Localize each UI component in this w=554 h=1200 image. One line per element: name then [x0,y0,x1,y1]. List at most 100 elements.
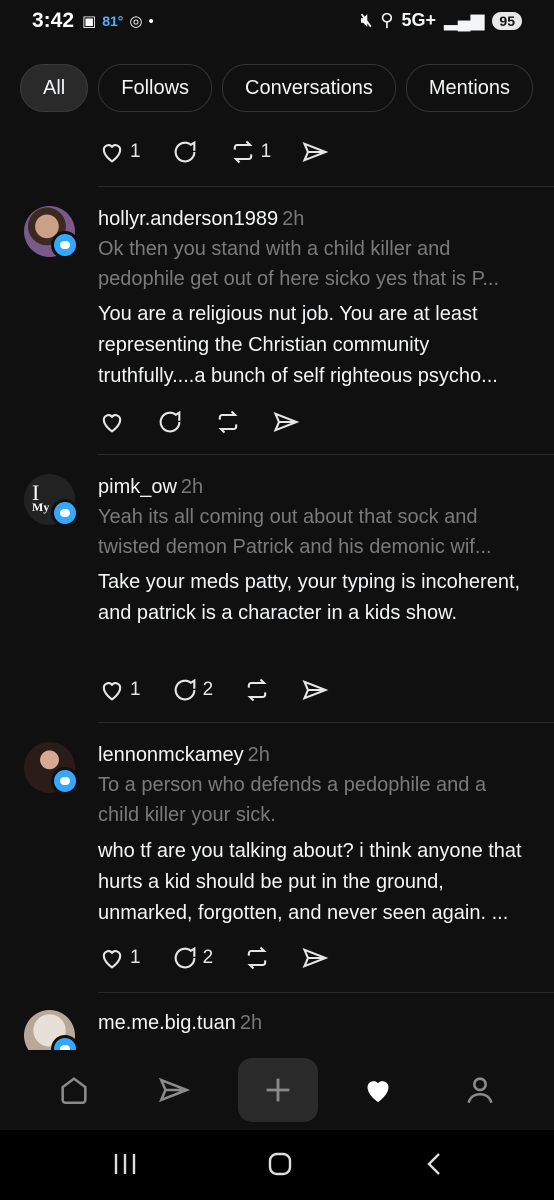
back-chevron-icon [427,1153,440,1175]
profile-button[interactable] [440,1050,520,1130]
home-icon [61,1077,87,1105]
heart-icon [102,144,122,163]
status-bar: 3:42 ▣ 81° ◎ • 🔇︎ ⚲ 5G+ ▂▄▆ 95 [0,0,554,44]
divider [98,454,554,455]
repost-icon [233,140,253,164]
like-count: 1 [130,947,141,968]
post-body[interactable]: Take your meds patty, your typing is inc… [98,567,528,629]
quoted-text[interactable]: To a person who defends a pedophile and … [98,770,518,830]
reply-count: 2 [202,679,214,700]
like-button[interactable]: 1 [98,944,141,972]
share-button[interactable] [272,408,300,436]
notification-dot-icon: • [148,12,154,30]
home-button[interactable] [34,1050,114,1130]
avatar-letter: I [32,479,40,505]
username[interactable]: hollyr.anderson1989 [98,208,278,230]
reply-icon [174,946,195,969]
share-icon [273,411,300,433]
tab-all[interactable]: All [20,64,89,112]
network-label: 5G+ [401,10,436,30]
username[interactable]: me.me.big.tuan [98,1012,236,1034]
reply-icon [174,140,195,163]
screenshot-icon: ▣ [82,13,97,30]
reply-button[interactable]: 2 [171,944,213,972]
signal-icon: ▂▄▆ [443,10,485,30]
avatar[interactable]: I My [24,474,79,527]
tab-follows[interactable]: Follows [98,64,213,112]
share-icon [302,141,329,163]
divider [98,722,554,723]
like-button[interactable] [98,408,126,436]
post-time: 2h [239,1012,263,1034]
share-icon [302,679,329,701]
battery-level: 95 [492,11,522,30]
send-icon [158,1077,191,1103]
reply-button[interactable] [171,138,199,166]
system-nav-bar [0,1130,554,1200]
repost-icon [247,946,267,970]
reply-icon [174,678,195,701]
reply-badge-icon [51,231,79,259]
heart-filled-icon [367,1081,389,1102]
like-count: 1 [130,679,141,700]
chrome-icon: ◎ [129,13,143,30]
repost-icon [247,678,267,702]
home-system-button[interactable] [266,1150,294,1183]
reply-button[interactable] [156,408,184,436]
home-circle-icon [268,1152,292,1176]
recent-apps-icon [114,1154,136,1174]
post-time: 2h [282,208,305,230]
share-button[interactable] [301,944,329,972]
post-time: 2h [180,476,204,498]
divider [98,186,554,187]
status-time: 3:42 [32,9,75,32]
post-actions [98,408,330,436]
post-time: 2h [247,744,270,766]
location-icon: ⚲ [380,10,394,30]
like-button[interactable]: 1 [98,676,141,704]
reply-button[interactable]: 2 [171,676,214,704]
tab-conversations[interactable]: Conversations [222,64,396,112]
avatar[interactable] [24,206,79,259]
recent-apps-button[interactable] [112,1150,138,1183]
repost-count: 1 [260,141,272,162]
reply-badge-icon [51,767,79,795]
tab-mentions[interactable]: Mentions [405,64,534,112]
create-post-button[interactable] [238,1058,318,1122]
share-button[interactable] [301,676,329,704]
back-button[interactable] [422,1150,448,1183]
repost-button[interactable] [243,944,271,972]
reply-icon [159,410,181,433]
profile-icon [467,1077,493,1104]
like-button[interactable]: 1 [98,138,141,166]
share-icon [302,947,329,969]
plus-icon [266,1078,290,1102]
post-actions: 1 1 [98,138,359,166]
filter-tabs: All Follows Conversations Mentions [20,64,534,112]
activity-button[interactable] [338,1050,418,1130]
weather-temp: 81° [102,13,124,29]
heart-icon [102,682,122,701]
heart-icon [102,414,122,433]
repost-button[interactable] [214,408,242,436]
reply-badge-icon [51,499,79,527]
repost-button[interactable] [243,676,271,704]
repost-button[interactable]: 1 [229,138,272,166]
avatar[interactable] [24,742,79,795]
avatar-subtext: My [32,499,50,514]
quoted-text[interactable]: Yeah its all coming out about that sock … [98,502,518,562]
post-actions: 1 2 [98,944,359,972]
heart-icon [102,950,122,969]
quoted-text[interactable]: Ok then you stand with a child killer an… [98,234,518,294]
bottom-nav [0,1050,554,1130]
divider [98,992,554,993]
post-body[interactable]: who tf are you talking about? i think an… [98,836,528,929]
share-button[interactable] [301,138,329,166]
username[interactable]: lennonmckamey [98,744,244,766]
post-body[interactable]: You are a religious nut job. You are at … [98,299,528,392]
username[interactable]: pimk_ow [98,476,177,498]
post-actions: 1 2 [98,676,359,704]
messages-button[interactable] [134,1050,214,1130]
like-count: 1 [130,141,141,162]
mute-icon: 🔇︎ [360,10,373,30]
